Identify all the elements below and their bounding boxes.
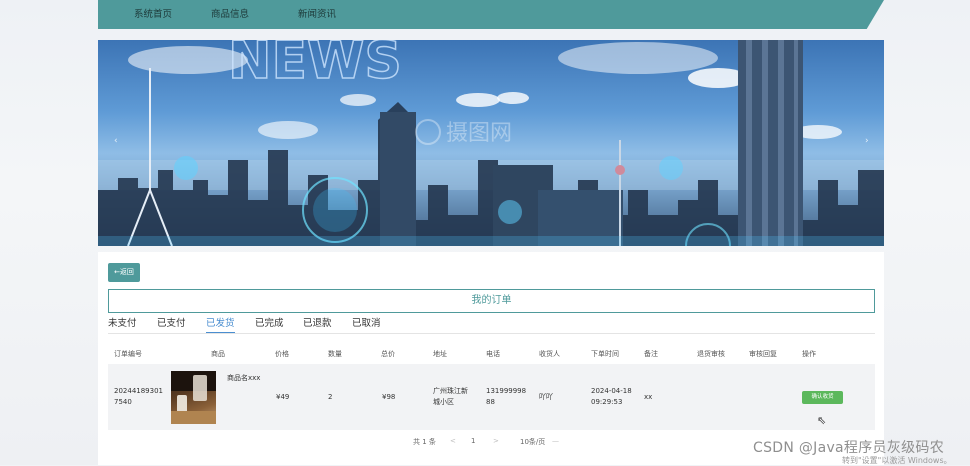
col-review-reply: 审核回复 (749, 350, 777, 358)
order-time-value: 2024-04-18 09:29:53 (591, 387, 632, 406)
col-phone: 电话 (486, 350, 500, 358)
order-number: 20244189301 7540 (114, 387, 163, 406)
pagination-next-icon[interactable]: > (493, 437, 499, 445)
banner-watermark: 摄图网 (446, 121, 512, 146)
col-price: 价格 (275, 350, 289, 358)
chevron-right-icon[interactable]: › (865, 136, 869, 146)
quantity-value: 2 (328, 393, 333, 401)
product-name: 商品名xxx (227, 374, 261, 382)
tab-unpaid[interactable]: 未支付 (108, 317, 137, 332)
page-title: 我的订单 (108, 289, 875, 313)
csdn-watermark: CSDN @Java程序员灰级码农 (753, 440, 945, 456)
city-skyline-image: NEWS 摄图网 (98, 40, 884, 246)
mouse-cursor-icon: ⇖ (817, 414, 827, 427)
price-value: ¥49 (276, 393, 290, 401)
nav-item-news[interactable]: 新闻资讯 (298, 0, 336, 29)
total-value: ¥98 (382, 393, 396, 401)
pagination-prev-icon[interactable]: < (450, 437, 456, 445)
tab-shipped[interactable]: 已发货 (206, 317, 235, 333)
col-remark: 备注 (644, 350, 658, 358)
pagination-page-1[interactable]: 1 (471, 437, 475, 445)
back-button[interactable]: ←返回 (108, 263, 140, 282)
remark-value: xx (644, 393, 653, 401)
pagination-jump[interactable]: — (552, 437, 559, 445)
nav-item-home[interactable]: 系统首页 (134, 0, 172, 29)
top-nav: 系统首页 商品信息 新闻资讯 (98, 0, 884, 29)
tab-refunded[interactable]: 已退款 (303, 317, 332, 332)
col-return-review: 退货审核 (697, 350, 725, 358)
address-value: 广州珠江新 城小区 (433, 387, 468, 406)
col-total: 总价 (381, 350, 395, 358)
col-product: 商品 (211, 350, 225, 358)
news-headline: NEWS (228, 40, 402, 91)
pagination-total: 共 1 条 (413, 438, 436, 446)
phone-value: 131999998 88 (486, 387, 527, 406)
col-receiver: 收货人 (539, 350, 560, 358)
receiver-value: 吖吖 (539, 393, 553, 401)
tab-paid[interactable]: 已支付 (157, 317, 186, 332)
tab-completed[interactable]: 已完成 (255, 317, 284, 332)
order-status-tabs: 未支付 已支付 已发货 已完成 已退款 已取消 (108, 317, 875, 334)
chevron-left-icon[interactable]: ‹ (114, 136, 118, 146)
tab-cancelled[interactable]: 已取消 (352, 317, 381, 332)
col-action: 操作 (802, 350, 816, 358)
pagination-page-size[interactable]: 10条/页 (520, 437, 545, 447)
col-order-no: 订单编号 (114, 350, 142, 358)
product-thumbnail[interactable] (171, 371, 216, 424)
banner-carousel[interactable]: NEWS 摄图网 ‹ › (98, 40, 884, 246)
col-address: 地址 (433, 350, 447, 358)
windows-activation-text: 转到"设置"以激活 Windows。 (842, 456, 952, 465)
confirm-receipt-button[interactable]: 确认收货 (802, 391, 843, 404)
col-quantity: 数量 (328, 350, 342, 358)
nav-item-products[interactable]: 商品信息 (211, 0, 249, 29)
col-order-time: 下单时间 (591, 350, 619, 358)
